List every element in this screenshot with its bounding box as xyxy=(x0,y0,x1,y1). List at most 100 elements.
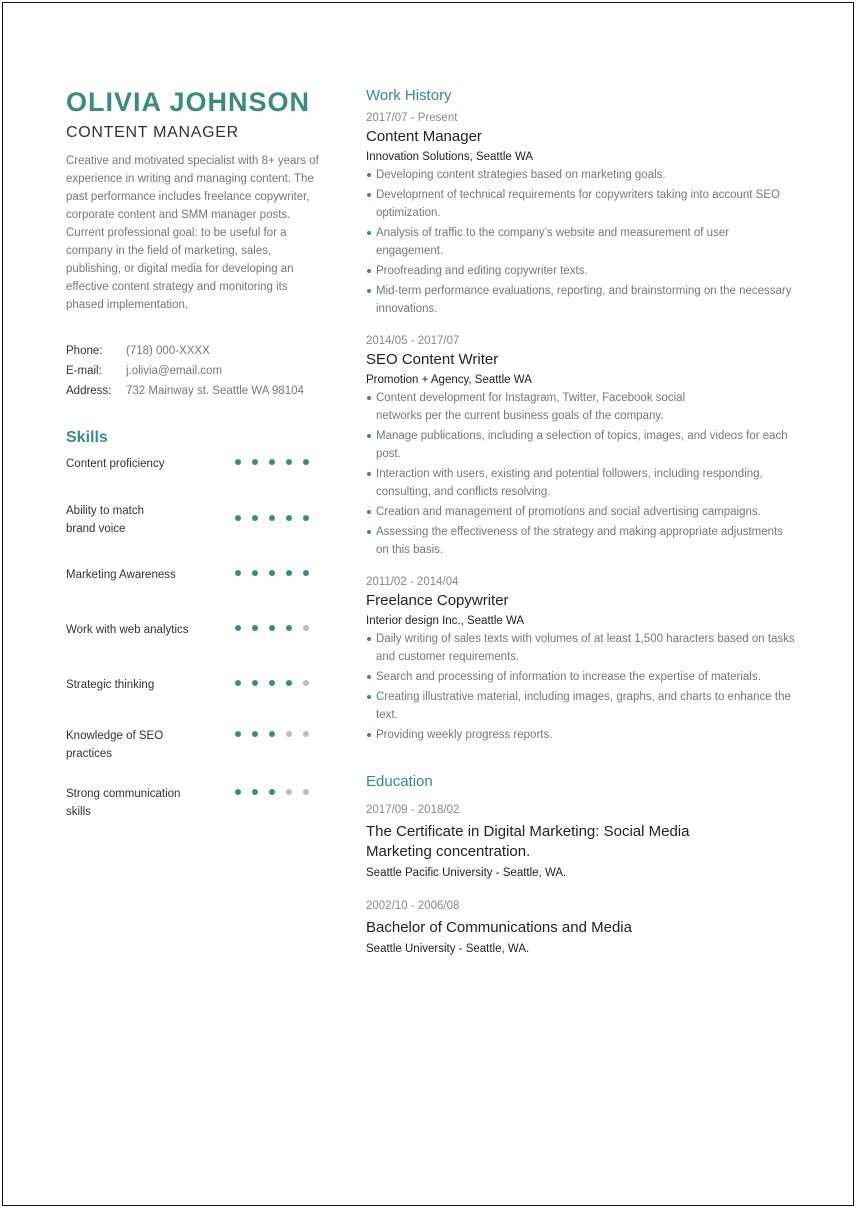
skill-row: Ability to match brand voice xyxy=(66,502,316,538)
rating-dot-filled xyxy=(252,731,258,737)
job-duties: Content development for Instagram, Twitt… xyxy=(366,389,796,559)
skill-row: Content proficiency xyxy=(66,455,316,473)
rating-dot-filled xyxy=(286,459,292,465)
duty-item: Developing content strategies based on m… xyxy=(366,166,796,184)
profile-summary: Creative and motivated specialist with 8… xyxy=(66,155,319,311)
duty-item: Creation and management of promotions an… xyxy=(366,503,796,521)
bullet-icon xyxy=(367,695,371,699)
contact-label: Phone: xyxy=(66,345,103,357)
rating-dot-filled xyxy=(303,459,309,465)
education-entry: 2017/09 - 2018/02 The Certificate in Digi… xyxy=(366,802,796,882)
job-dates: 2017/07 - Present xyxy=(366,112,458,124)
duty-text: Content development for Instagram, Twitt… xyxy=(376,392,686,422)
rating-dot-empty xyxy=(286,789,292,795)
skill-rating xyxy=(235,459,309,465)
duty-text: Proofreading and editing copywriter text… xyxy=(376,265,588,277)
rating-dot-filled xyxy=(252,570,258,576)
skill-row: Knowledge of SEO practices xyxy=(66,727,316,763)
rating-dot-filled xyxy=(235,625,241,631)
rating-dot-empty xyxy=(303,789,309,795)
duty-item: Proofreading and editing copywriter text… xyxy=(366,262,796,280)
contact-label: E-mail: xyxy=(66,365,102,377)
rating-dot-empty xyxy=(303,731,309,737)
job-duties: Daily writing of sales texts with volume… xyxy=(366,630,796,744)
bullet-icon xyxy=(367,510,371,514)
duty-item: Mid-term performance evaluations, report… xyxy=(366,282,796,318)
job-entry: 2011/02 - 2014/04 Freelance Copywriter Int… xyxy=(366,574,796,744)
duty-item: Interaction with users, existing and pot… xyxy=(366,465,796,501)
bullet-icon xyxy=(367,637,371,641)
skill-row: Strong communication skills xyxy=(66,785,316,821)
skill-label: Marketing Awareness xyxy=(66,569,176,581)
contact-address: Address: 732 Mainway st. Seattle WA 9810… xyxy=(66,381,331,401)
education-entry: 2002/10 - 2006/08 Bachelor of Communicati… xyxy=(366,898,796,958)
duty-text: Analysis of traffic to the company’s web… xyxy=(376,227,730,257)
bullet-icon xyxy=(367,193,371,197)
job-duties: Developing content strategies based on m… xyxy=(366,166,796,318)
duty-text: Creation and management of promotions an… xyxy=(376,506,761,518)
duty-text: Search and processing of information to … xyxy=(376,671,761,683)
bullet-icon xyxy=(367,396,371,400)
skills-heading: Skills xyxy=(66,429,108,446)
job-dates: 2011/02 - 2014/04 xyxy=(366,576,459,588)
rating-dot-empty xyxy=(303,680,309,686)
job-company: Interior design Inc., Seattle WA xyxy=(366,615,525,627)
duty-text: Developing content strategies based on m… xyxy=(376,169,666,181)
duty-item: Providing weekly progress reports. xyxy=(366,726,796,744)
rating-dot-filled xyxy=(269,680,275,686)
rating-dot-filled xyxy=(235,459,241,465)
duty-item: Daily writing of sales texts with volume… xyxy=(366,630,796,666)
bullet-icon xyxy=(367,289,371,293)
duty-text: Providing weekly progress reports. xyxy=(376,729,553,741)
rating-dot-filled xyxy=(269,625,275,631)
bullet-icon xyxy=(367,434,371,438)
skill-rating xyxy=(235,731,309,737)
email-value: j.olivia@email.com xyxy=(126,365,223,377)
work-history-heading: Work History xyxy=(366,87,452,104)
rating-dot-filled xyxy=(303,570,309,576)
rating-dot-filled xyxy=(235,570,241,576)
job-title: SEO Content Writer xyxy=(366,351,499,368)
skill-label: Knowledge of SEO practices xyxy=(66,730,164,760)
rating-dot-filled xyxy=(252,459,258,465)
job-entry: 2014/05 - 2017/07 SEO Content Writer Promo… xyxy=(366,333,796,559)
duty-text: Mid-term performance evaluations, report… xyxy=(376,285,792,315)
rating-dot-filled xyxy=(286,515,292,521)
school-name: Seattle University - Seattle, WA. xyxy=(366,943,530,955)
rating-dot-filled xyxy=(235,515,241,521)
duty-item: Content development for Instagram, Twitt… xyxy=(366,389,696,425)
education-dates: 2017/09 - 2018/02 xyxy=(366,804,460,816)
duty-item: Development of technical requirements fo… xyxy=(366,186,796,222)
contact-email: E-mail: j.olivia@email.com xyxy=(66,361,331,381)
rating-dot-filled xyxy=(269,731,275,737)
skill-rating xyxy=(235,680,309,686)
rating-dot-filled xyxy=(252,515,258,521)
skill-row: Work with web analytics xyxy=(66,621,316,639)
job-company: Promotion + Agency, Seattle WA xyxy=(366,374,532,386)
rating-dot-filled xyxy=(252,789,258,795)
duty-text: Development of technical requirements fo… xyxy=(376,189,780,219)
skill-label: Ability to match brand voice xyxy=(66,505,144,535)
skill-label: Work with web analytics xyxy=(66,624,189,636)
skill-label: Strong communication skills xyxy=(66,788,181,818)
degree-title: Bachelor of Communications and Media xyxy=(366,919,632,936)
bullet-icon xyxy=(367,675,371,679)
resume-page: OLIVIA JOHNSON CONTENT MANAGER Creative … xyxy=(2,2,854,1206)
duty-item: Manage publications, including a selecti… xyxy=(366,427,796,463)
duty-item: Search and processing of information to … xyxy=(366,668,796,686)
school-name: Seattle Pacific University - Seattle, WA… xyxy=(366,867,567,879)
skill-label: Content proficiency xyxy=(66,458,165,470)
skill-rating xyxy=(235,789,309,795)
rating-dot-filled xyxy=(269,570,275,576)
contact-label: Address: xyxy=(66,385,112,397)
duty-text: Manage publications, including a selecti… xyxy=(376,430,788,460)
education-heading: Education xyxy=(366,773,433,790)
skill-row: Marketing Awareness xyxy=(66,566,316,584)
duty-text: Daily writing of sales texts with volume… xyxy=(376,633,795,663)
bullet-icon xyxy=(367,231,371,235)
candidate-name: OLIVIA JOHNSON xyxy=(66,87,311,117)
phone-value: (718) 000-XXXX xyxy=(126,345,210,357)
rating-dot-filled xyxy=(252,625,258,631)
contact-info: Phone: (718) 000-XXXX E-mail: j.olivia@e… xyxy=(66,341,331,401)
rating-dot-filled xyxy=(269,459,275,465)
